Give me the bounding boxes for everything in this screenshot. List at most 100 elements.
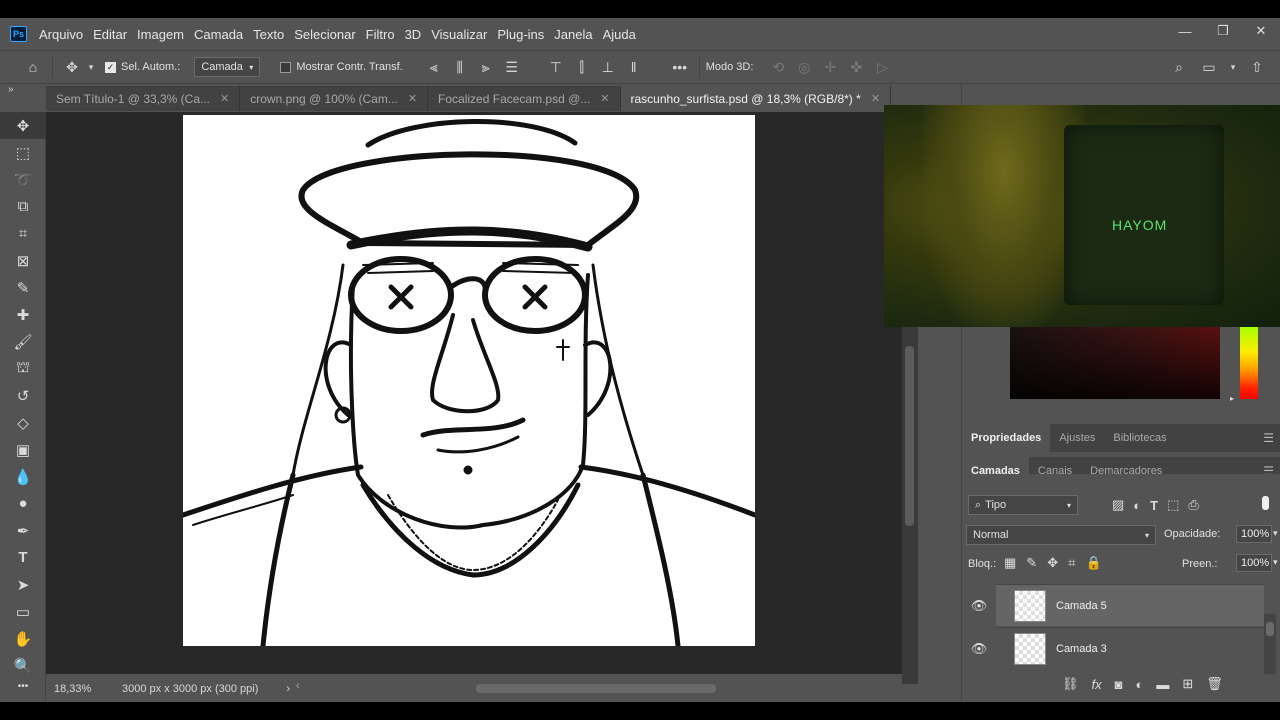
- hand-tool-icon[interactable]: ✋: [0, 625, 46, 652]
- object-selection-tool-icon[interactable]: ⧉: [0, 193, 46, 220]
- auto-select-option[interactable]: ✓ Sel. Autom.:: [105, 61, 180, 73]
- orbit-3d-icon[interactable]: ⟲: [765, 55, 791, 79]
- eraser-tool-icon[interactable]: ◇: [0, 409, 46, 436]
- type-layer-filter-icon[interactable]: T: [1150, 498, 1158, 513]
- workspace-icon[interactable]: ▭: [1196, 55, 1222, 79]
- menu-filtro[interactable]: Filtro: [366, 27, 395, 42]
- blend-mode-select[interactable]: Normal ▾: [966, 525, 1156, 545]
- move-tool-icon[interactable]: ✥: [59, 55, 85, 79]
- roll-3d-icon[interactable]: ◎: [791, 55, 817, 79]
- lock-transparency-icon[interactable]: ▦: [1004, 555, 1016, 571]
- tab-propriedades[interactable]: Propriedades: [962, 424, 1051, 452]
- chevron-down-icon[interactable]: ▾: [85, 55, 97, 79]
- layer-filter-select[interactable]: ⌕ Tipo ▾: [968, 495, 1078, 515]
- lock-all-icon[interactable]: 🔒: [1085, 555, 1101, 571]
- new-group-icon[interactable]: ▬: [1156, 677, 1169, 692]
- adjustment-layer-filter-icon[interactable]: ◐: [1133, 498, 1141, 513]
- tab-bibliotecas[interactable]: Bibliotecas: [1104, 424, 1175, 452]
- scale-3d-icon[interactable]: ▷: [869, 55, 895, 79]
- slide-3d-icon[interactable]: ✜: [843, 55, 869, 79]
- minimize-button[interactable]: —: [1166, 18, 1204, 44]
- visibility-eye-icon[interactable]: 👁: [970, 598, 988, 614]
- more-options-button[interactable]: •••: [667, 55, 693, 79]
- panel-menu-icon[interactable]: ☰: [1263, 431, 1274, 445]
- align-middle-icon[interactable]: ⫿: [569, 55, 595, 79]
- tab-rascunho-surfista[interactable]: rascunho_surfista.psd @ 18,3% (RGB/8*) *…: [620, 86, 892, 111]
- pixel-layer-filter-icon[interactable]: ▨: [1112, 497, 1124, 513]
- auto-select-target-select[interactable]: Camada ▾: [194, 57, 261, 77]
- healing-brush-tool-icon[interactable]: ✚: [0, 301, 46, 328]
- layer-row[interactable]: 👁 Camada 3: [971, 627, 1264, 669]
- menu-camada[interactable]: Camada: [194, 27, 243, 42]
- align-center-horizontal-icon[interactable]: ⫼: [447, 55, 473, 79]
- lock-position-icon[interactable]: ✥: [1047, 555, 1058, 571]
- home-icon[interactable]: ⌂: [20, 55, 46, 79]
- share-icon[interactable]: ⇧: [1244, 55, 1270, 79]
- lock-pixels-icon[interactable]: ✎: [1026, 555, 1037, 571]
- zoom-level[interactable]: 18,33%: [54, 683, 114, 695]
- tab-sem-titulo[interactable]: Sem Título-1 @ 33,3% (Ca... ✕: [46, 86, 241, 111]
- opacity-input[interactable]: 100%: [1236, 525, 1272, 543]
- menu-plugins[interactable]: Plug-ins: [497, 27, 544, 42]
- path-selection-tool-icon[interactable]: ➤: [0, 571, 46, 598]
- pan-3d-icon[interactable]: ✛: [817, 55, 843, 79]
- link-layers-icon[interactable]: ⛓: [1062, 676, 1079, 692]
- chevron-down-icon[interactable]: ▾: [1220, 55, 1246, 79]
- menu-ajuda[interactable]: Ajuda: [603, 27, 636, 42]
- chevron-down-icon[interactable]: ▾: [1273, 528, 1278, 539]
- edit-toolbar-icon[interactable]: •••: [0, 679, 46, 693]
- close-button[interactable]: ✕: [1242, 18, 1280, 44]
- menu-editar[interactable]: Editar: [93, 27, 127, 42]
- delete-layer-icon[interactable]: 🗑: [1206, 676, 1223, 692]
- restore-button[interactable]: ❐: [1204, 18, 1242, 44]
- eyedropper-tool-icon[interactable]: ✎: [0, 274, 46, 301]
- layer-name[interactable]: Camada 5: [1056, 600, 1107, 612]
- fill-input[interactable]: 100%: [1236, 554, 1272, 572]
- chevron-right-icon[interactable]: ›: [286, 683, 290, 695]
- show-transform-checkbox[interactable]: [280, 61, 292, 73]
- search-icon[interactable]: ⌕: [1166, 55, 1192, 79]
- dodge-tool-icon[interactable]: ●: [0, 490, 46, 517]
- tab-crown[interactable]: crown.png @ 100% (Cam... ✕: [240, 86, 429, 111]
- close-icon[interactable]: ✕: [600, 92, 609, 105]
- filter-toggle[interactable]: [1262, 496, 1269, 510]
- distribute-horizontal-icon[interactable]: ‖: [621, 55, 647, 79]
- brush-tool-icon[interactable]: 🖌: [0, 328, 46, 355]
- layers-scrollbar-thumb[interactable]: [1266, 622, 1274, 636]
- color-picker-field[interactable]: [1010, 327, 1220, 399]
- menu-selecionar[interactable]: Selecionar: [294, 27, 355, 42]
- align-bottom-icon[interactable]: ⊥: [595, 55, 621, 79]
- rectangle-tool-icon[interactable]: ▭: [0, 598, 46, 625]
- chevron-down-icon[interactable]: ▾: [1273, 557, 1278, 568]
- layer-name[interactable]: Camada 3: [1056, 643, 1107, 655]
- tab-focalized-facecam[interactable]: Focalized Facecam.psd @... ✕: [428, 86, 621, 111]
- add-mask-icon[interactable]: ◙: [1115, 677, 1123, 692]
- visibility-eye-icon[interactable]: 👁: [970, 641, 988, 657]
- menu-3d[interactable]: 3D: [405, 27, 422, 42]
- blur-tool-icon[interactable]: 💧: [0, 463, 46, 490]
- type-tool-icon[interactable]: T: [0, 544, 46, 571]
- close-icon[interactable]: ✕: [408, 92, 417, 105]
- color-hue-slider[interactable]: [1240, 327, 1258, 399]
- lasso-tool-icon[interactable]: ➰: [0, 166, 46, 193]
- menu-texto[interactable]: Texto: [253, 27, 284, 42]
- hue-slider-marker-icon[interactable]: ▸: [1230, 394, 1234, 403]
- show-transform-option[interactable]: Mostrar Contr. Transf.: [280, 61, 403, 73]
- menu-imagem[interactable]: Imagem: [137, 27, 184, 42]
- expand-toolbar-icon[interactable]: »: [8, 84, 14, 95]
- crop-tool-icon[interactable]: ⌗: [0, 220, 46, 247]
- marquee-tool-icon[interactable]: ⬚: [0, 139, 46, 166]
- document-canvas[interactable]: [183, 115, 755, 646]
- layers-scrollbar[interactable]: [1264, 614, 1276, 674]
- tab-ajustes[interactable]: Ajustes: [1050, 424, 1104, 452]
- smart-object-filter-icon[interactable]: ⎙: [1188, 497, 1198, 513]
- chevron-left-icon[interactable]: ‹: [296, 680, 300, 692]
- lock-artboard-icon[interactable]: ⌗: [1068, 555, 1075, 571]
- vertical-scrollbar-thumb[interactable]: [905, 346, 914, 526]
- clone-stamp-tool-icon[interactable]: ⛫: [0, 355, 46, 382]
- new-layer-icon[interactable]: ⊞: [1182, 676, 1193, 692]
- horizontal-scrollbar[interactable]: ‹ ›: [296, 680, 940, 694]
- align-right-icon[interactable]: ⫸: [473, 55, 499, 79]
- auto-select-checkbox[interactable]: ✓: [105, 61, 116, 73]
- align-top-icon[interactable]: ⊤: [543, 55, 569, 79]
